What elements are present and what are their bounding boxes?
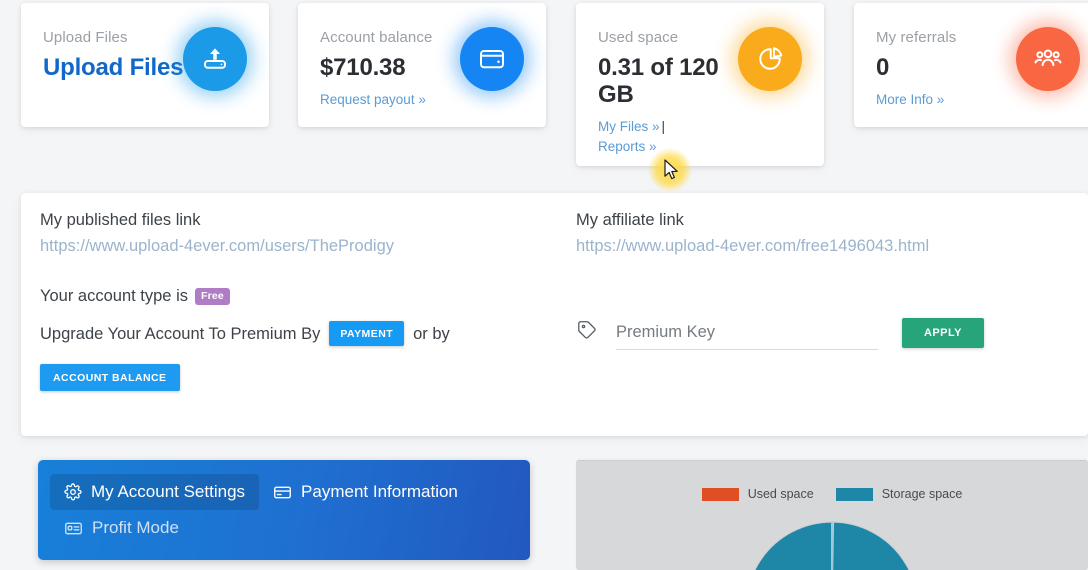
affiliate-link-url[interactable]: https://www.upload-4ever.com/free1496043… bbox=[576, 233, 1076, 259]
account-type-row: Your account type is Free bbox=[40, 284, 560, 308]
account-type-label: Your account type is bbox=[40, 287, 188, 305]
id-card-icon bbox=[64, 519, 83, 538]
legend-label: Used space bbox=[747, 487, 814, 501]
account-balance-button[interactable]: ACCOUNT BALANCE bbox=[40, 364, 180, 391]
storage-donut-chart[interactable] bbox=[737, 513, 927, 570]
affiliate-link-title: My affiliate link bbox=[576, 211, 684, 229]
apply-button-wrap: APPLY bbox=[902, 318, 984, 348]
pie-chart-icon[interactable] bbox=[738, 27, 802, 91]
link-separator: | bbox=[661, 119, 666, 134]
legend-label: Storage space bbox=[881, 487, 963, 501]
stat-card-links: My Files » | Reports » bbox=[598, 117, 802, 157]
stat-card-my-referrals[interactable]: My referrals 0 More Info » bbox=[854, 3, 1088, 127]
stat-card-body: Account balance $710.38 Request payout » bbox=[298, 3, 546, 127]
stat-card-body: Used space 0.31 of 120 GB My Files » | Re… bbox=[576, 3, 824, 166]
premium-key-field-wrap bbox=[616, 323, 878, 350]
status-badge: Free bbox=[194, 287, 230, 305]
published-files-url[interactable]: https://www.upload-4ever.com/users/ThePr… bbox=[40, 233, 560, 259]
legend-swatch bbox=[835, 487, 873, 501]
nav-row-secondary: Profit Mode bbox=[50, 510, 518, 546]
upgrade-label: Upgrade Your Account To Premium By bbox=[40, 324, 321, 343]
account-info-panel: My published files link https://www.uplo… bbox=[21, 193, 1088, 436]
upload-cloud-icon[interactable] bbox=[183, 27, 247, 91]
legend-item-storage-space[interactable]: Storage space bbox=[835, 487, 963, 501]
premium-key-row: APPLY bbox=[576, 318, 1076, 350]
stat-card-body: My referrals 0 More Info » bbox=[854, 3, 1088, 127]
stat-card-value: 0.31 of 120 GB bbox=[598, 54, 719, 108]
nav-item-label: Profit Mode bbox=[92, 518, 179, 537]
request-payout-link[interactable]: Request payout » bbox=[320, 92, 426, 107]
stat-card-body: Upload Files Upload Files bbox=[21, 3, 269, 127]
stat-card-account-balance[interactable]: Account balance $710.38 Request payout » bbox=[298, 3, 546, 127]
tag-icon bbox=[576, 319, 598, 346]
stat-card-upload-files[interactable]: Upload Files Upload Files bbox=[21, 3, 269, 127]
dashboard-root: Upload Files Upload Files Account balanc… bbox=[0, 0, 1088, 570]
wallet-icon[interactable] bbox=[460, 27, 524, 91]
legend-item-used-space[interactable]: Used space bbox=[701, 487, 814, 501]
more-info-link[interactable]: More Info » bbox=[876, 92, 944, 107]
gear-icon bbox=[64, 483, 82, 501]
legend-swatch bbox=[701, 487, 739, 501]
payment-button[interactable]: PAYMENT bbox=[329, 321, 405, 346]
nav-item-label: My Account Settings bbox=[91, 482, 246, 501]
published-files-title: My published files link bbox=[40, 211, 201, 229]
stat-card-used-space[interactable]: Used space 0.31 of 120 GB My Files » | Re… bbox=[576, 3, 824, 166]
apply-button[interactable]: APPLY bbox=[902, 318, 984, 348]
upgrade-suffix-label: or by bbox=[413, 324, 450, 343]
chart-legend: Used space Storage space bbox=[576, 461, 1088, 501]
reports-link[interactable]: Reports » bbox=[598, 139, 657, 154]
nav-row-primary: My Account Settings Payment Information bbox=[50, 474, 518, 510]
nav-item-payment-information[interactable]: Payment Information bbox=[259, 474, 472, 510]
nav-item-my-account-settings[interactable]: My Account Settings bbox=[50, 474, 260, 510]
nav-item-label: Payment Information bbox=[301, 482, 458, 501]
upgrade-row: Upgrade Your Account To Premium By PAYME… bbox=[40, 321, 560, 346]
storage-chart-panel: Used space Storage space bbox=[576, 460, 1088, 570]
panel-left-column: My published files link https://www.uplo… bbox=[40, 208, 560, 391]
panel-right-column: My affiliate link https://www.upload-4ev… bbox=[576, 208, 1076, 259]
account-nav-panel: My Account Settings Payment Information bbox=[38, 460, 530, 560]
nav-item-profit-mode[interactable]: Profit Mode bbox=[50, 510, 193, 546]
credit-card-icon bbox=[273, 483, 292, 502]
premium-key-input[interactable] bbox=[616, 323, 878, 342]
my-files-link[interactable]: My Files » bbox=[598, 119, 660, 134]
donut-svg bbox=[754, 521, 910, 570]
users-group-icon[interactable] bbox=[1016, 27, 1080, 91]
